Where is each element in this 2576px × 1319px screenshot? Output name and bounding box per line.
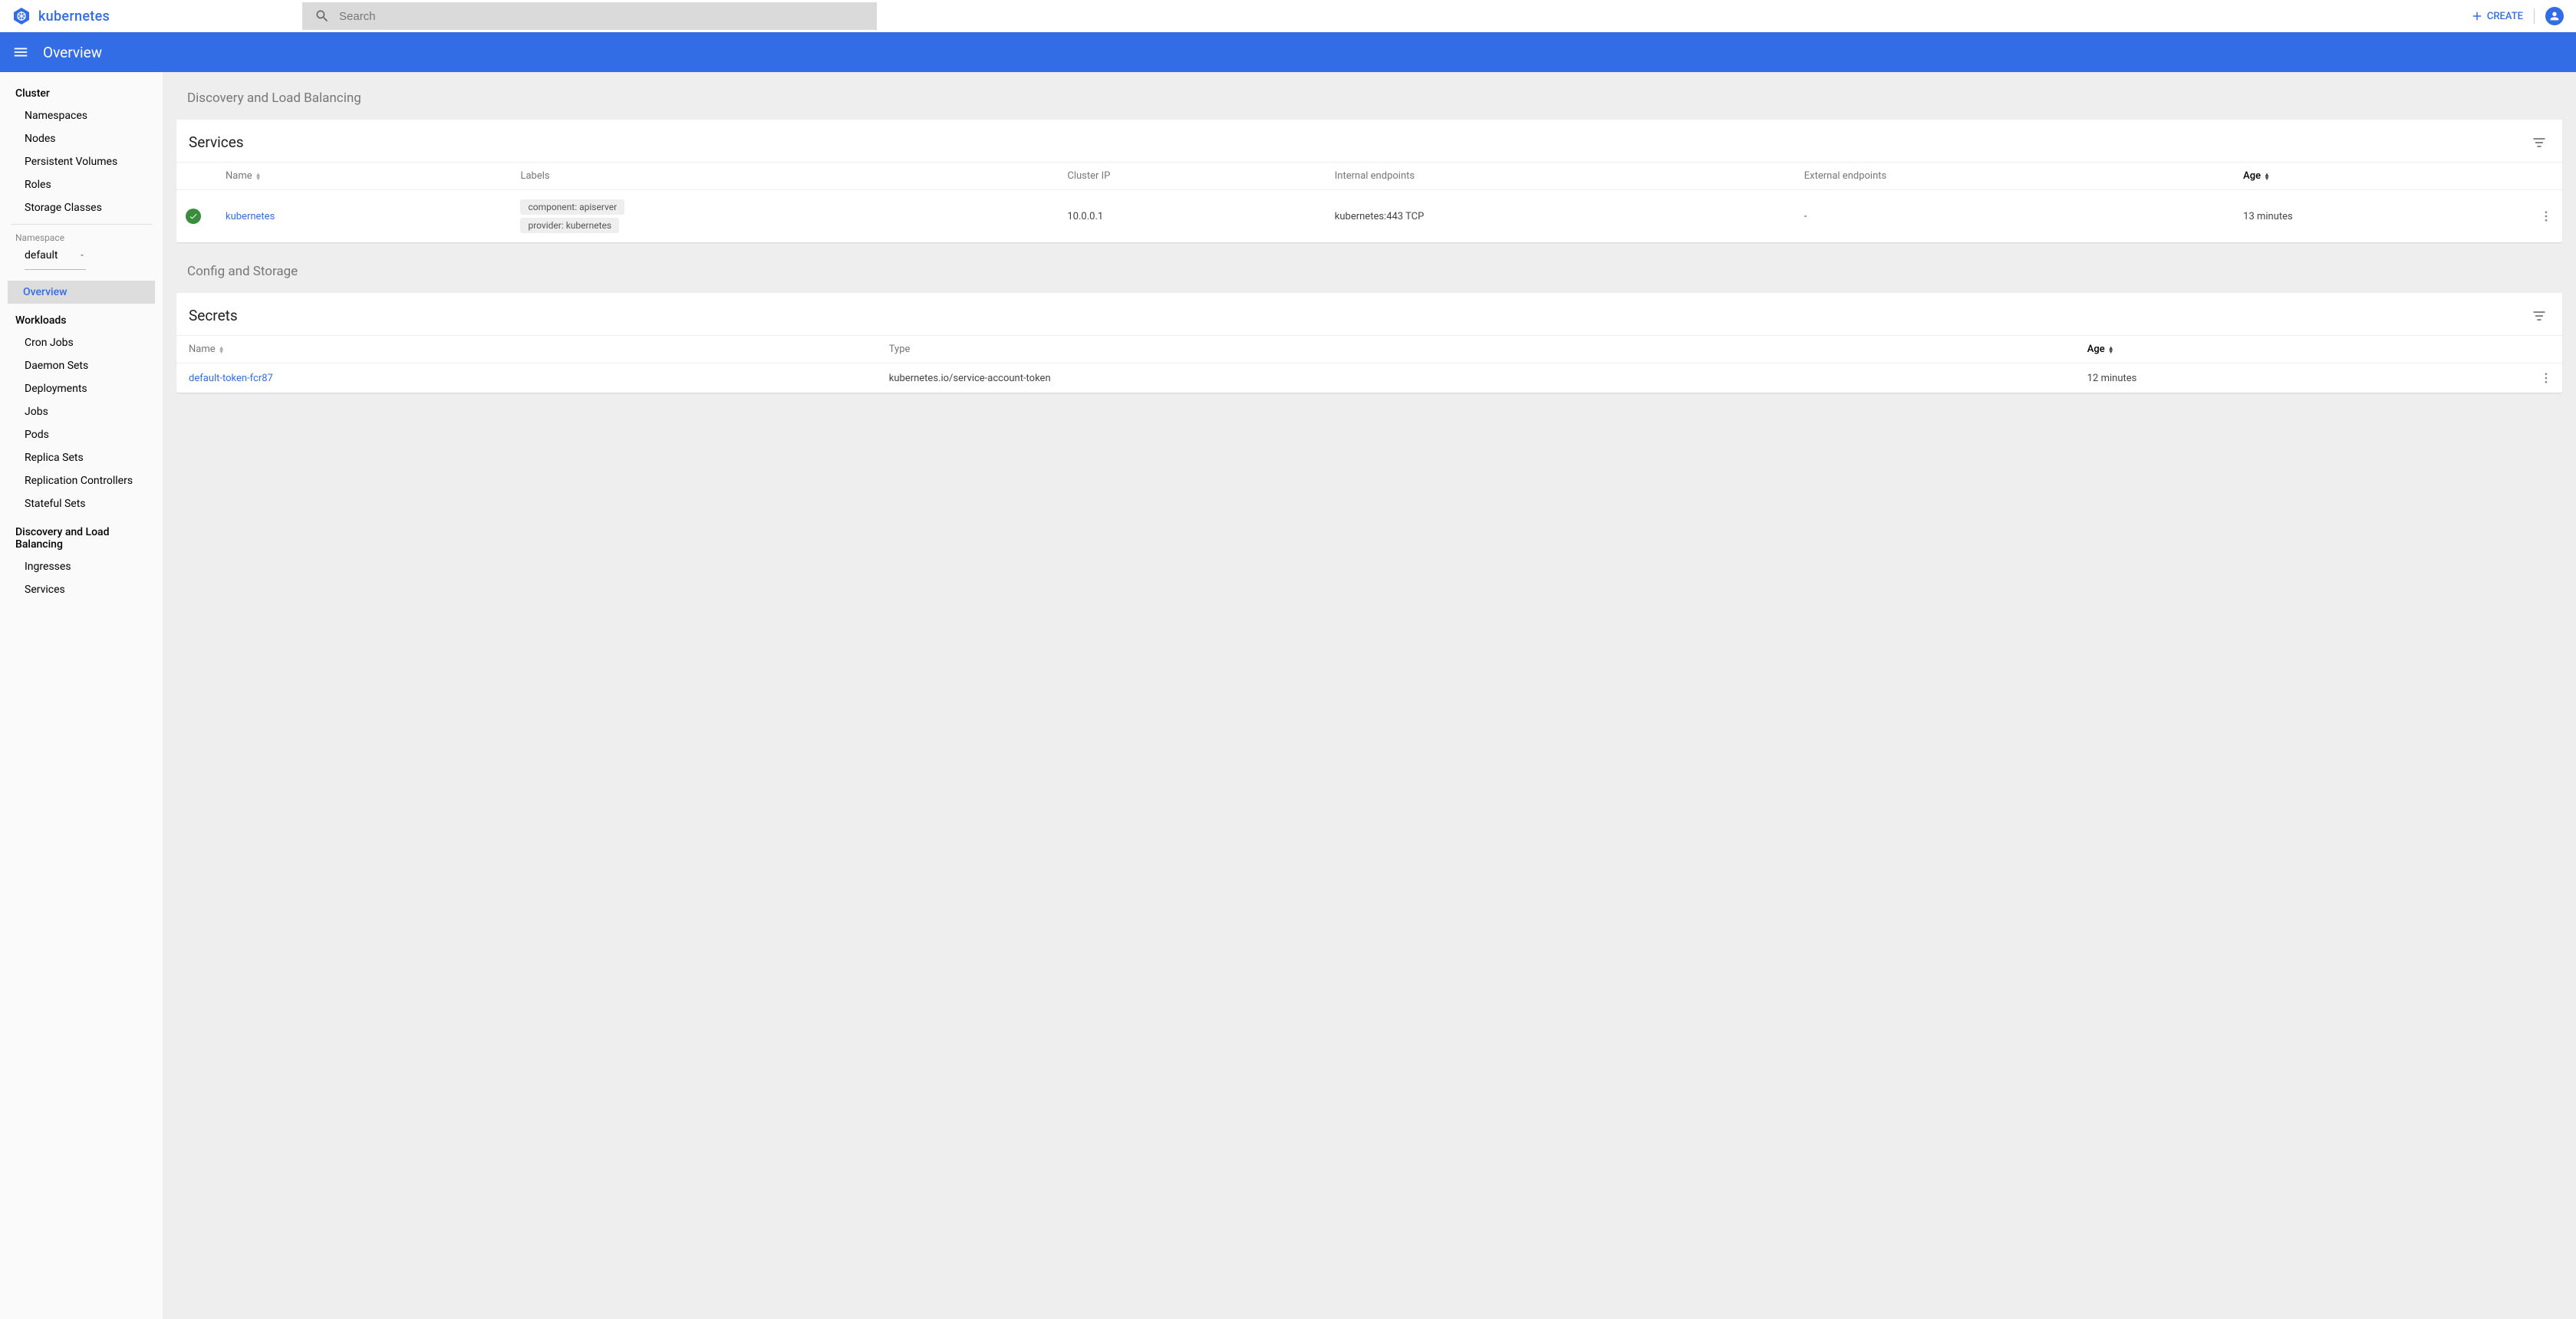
sidebar-item-jobs[interactable]: Jobs bbox=[0, 400, 163, 423]
section-title-cfg: Config and Storage bbox=[187, 264, 2562, 279]
sidebar-item-replication-controllers[interactable]: Replication Controllers bbox=[0, 469, 163, 492]
secret-type: kubernetes.io/service-account-token bbox=[880, 363, 2078, 393]
col-name[interactable]: Name▲▼ bbox=[176, 336, 880, 363]
sidebar-heading-cluster: Cluster bbox=[0, 83, 163, 104]
table-row: kubernetes component: apiserver provider… bbox=[176, 190, 2562, 243]
sort-icon: ▲▼ bbox=[219, 346, 225, 354]
secret-name-link[interactable]: default-token-fcr87 bbox=[189, 373, 273, 384]
chevron-down-icon bbox=[78, 252, 86, 259]
sidebar-heading-workloads: Workloads bbox=[0, 310, 163, 331]
col-labels[interactable]: Labels bbox=[511, 163, 1058, 190]
service-cluster-ip: 10.0.0.1 bbox=[1058, 190, 1325, 243]
content: Discovery and Load Balancing Services Na… bbox=[163, 72, 2576, 1319]
col-internal-ep[interactable]: Internal endpoints bbox=[1326, 163, 1795, 190]
sidebar-item-namespaces[interactable]: Namespaces bbox=[0, 104, 163, 127]
plus-icon bbox=[2470, 9, 2484, 23]
col-age[interactable]: Age▲▼ bbox=[2078, 336, 2530, 363]
sidebar-item-stateful-sets[interactable]: Stateful Sets bbox=[0, 492, 163, 515]
sidebar-item-ingresses[interactable]: Ingresses bbox=[0, 555, 163, 578]
secret-age: 12 minutes bbox=[2078, 363, 2530, 393]
sort-icon: ▲▼ bbox=[2108, 346, 2114, 354]
sidebar-item-deployments[interactable]: Deployments bbox=[0, 377, 163, 400]
menu-icon[interactable] bbox=[12, 44, 29, 61]
sidebar-heading-dlb: Discovery and Load Balancing bbox=[0, 521, 163, 555]
topbar: kubernetes CREATE bbox=[0, 0, 2576, 32]
table-row: default-token-fcr87 kubernetes.io/servic… bbox=[176, 363, 2562, 393]
sort-icon: ▲▼ bbox=[2264, 173, 2270, 180]
topbar-actions: CREATE bbox=[2470, 7, 2564, 25]
sidebar-item-services[interactable]: Services bbox=[0, 578, 163, 601]
sidebar-item-storage-classes[interactable]: Storage Classes bbox=[0, 196, 163, 219]
kubernetes-logo-icon bbox=[12, 7, 31, 25]
namespace-value: default bbox=[25, 249, 58, 261]
divider bbox=[11, 224, 152, 225]
search-icon bbox=[315, 8, 330, 24]
titlebar: Overview bbox=[0, 32, 2576, 72]
services-table: Name▲▼ Labels Cluster IP Internal endpoi… bbox=[176, 162, 2562, 242]
row-menu-button[interactable] bbox=[2530, 363, 2562, 393]
col-external-ep[interactable]: External endpoints bbox=[1795, 163, 2234, 190]
namespace-select[interactable]: default bbox=[25, 246, 86, 270]
create-label: CREATE bbox=[2487, 11, 2523, 22]
sidebar-item-cron-jobs[interactable]: Cron Jobs bbox=[0, 331, 163, 354]
search-input[interactable] bbox=[339, 10, 865, 23]
service-labels: component: apiserver provider: kubernete… bbox=[511, 190, 1058, 243]
divider bbox=[2534, 8, 2535, 24]
sidebar-item-nodes[interactable]: Nodes bbox=[0, 127, 163, 150]
section-title-dlb: Discovery and Load Balancing bbox=[187, 90, 2562, 106]
sort-icon: ▲▼ bbox=[255, 173, 262, 180]
service-internal-ep: kubernetes:443 TCP bbox=[1326, 190, 1795, 243]
col-name[interactable]: Name▲▼ bbox=[216, 163, 511, 190]
services-card: Services Name▲▼ Labels Cluster IP Intern… bbox=[176, 120, 2562, 242]
filter-icon[interactable] bbox=[2532, 308, 2547, 324]
status-ok-icon bbox=[186, 209, 201, 224]
page-title: Overview bbox=[43, 44, 102, 61]
sidebar-item-replica-sets[interactable]: Replica Sets bbox=[0, 446, 163, 469]
create-button[interactable]: CREATE bbox=[2470, 9, 2523, 23]
sidebar-item-persistent-volumes[interactable]: Persistent Volumes bbox=[0, 150, 163, 173]
secrets-card-title: Secrets bbox=[189, 307, 238, 324]
service-name-link[interactable]: kubernetes bbox=[226, 211, 275, 222]
secrets-table: Name▲▼ Type Age▲▼ default-token-fcr87 ku… bbox=[176, 335, 2562, 393]
brand-name: kubernetes bbox=[38, 8, 110, 25]
namespace-label: Namespace bbox=[0, 229, 163, 246]
user-avatar[interactable] bbox=[2545, 7, 2564, 25]
sidebar: Cluster Namespaces Nodes Persistent Volu… bbox=[0, 72, 163, 1319]
row-menu-button[interactable] bbox=[2530, 190, 2562, 243]
sidebar-item-pods[interactable]: Pods bbox=[0, 423, 163, 446]
brand[interactable]: kubernetes bbox=[12, 7, 302, 25]
search-box[interactable] bbox=[302, 2, 877, 30]
filter-icon[interactable] bbox=[2532, 135, 2547, 150]
service-age: 13 minutes bbox=[2234, 190, 2530, 243]
service-external-ep: - bbox=[1795, 190, 2234, 243]
sidebar-item-daemon-sets[interactable]: Daemon Sets bbox=[0, 354, 163, 377]
label-chip: component: apiserver bbox=[520, 199, 624, 215]
label-chip: provider: kubernetes bbox=[520, 218, 619, 233]
col-cluster-ip[interactable]: Cluster IP bbox=[1058, 163, 1325, 190]
col-type[interactable]: Type bbox=[880, 336, 2078, 363]
secrets-card: Secrets Name▲▼ Type Age▲▼ default-token-… bbox=[176, 293, 2562, 393]
sidebar-item-overview[interactable]: Overview bbox=[8, 281, 155, 304]
col-age[interactable]: Age▲▼ bbox=[2234, 163, 2530, 190]
services-card-title: Services bbox=[189, 133, 244, 151]
sidebar-item-roles[interactable]: Roles bbox=[0, 173, 163, 196]
